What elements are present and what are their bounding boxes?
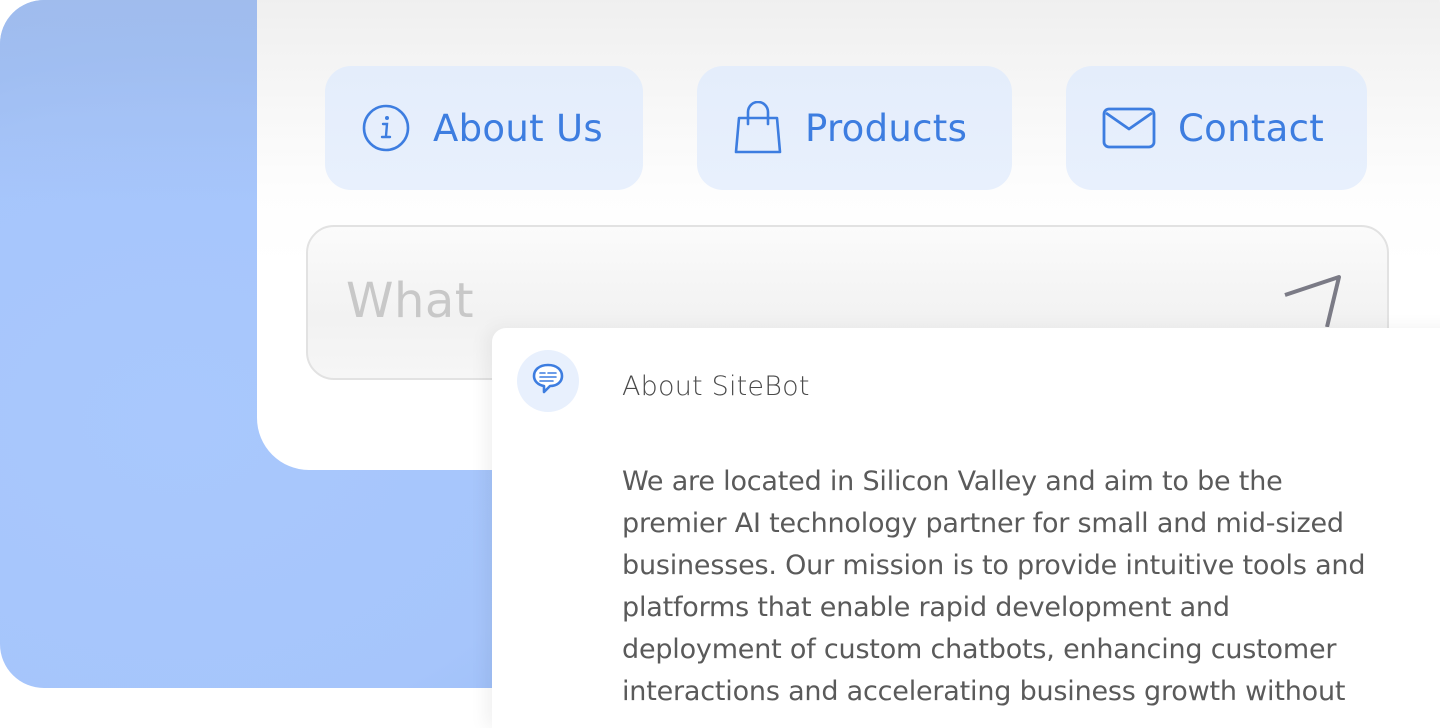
- shopping-bag-icon: [733, 101, 783, 155]
- response-card: About SiteBot We are located in Silicon …: [492, 328, 1440, 728]
- send-icon[interactable]: [1277, 267, 1347, 331]
- body-line: interactions and accelerating business g…: [622, 676, 1346, 707]
- bot-avatar: [517, 350, 579, 412]
- card-body: We are located in Silicon Valley and aim…: [622, 461, 1440, 713]
- about-us-button[interactable]: About Us: [325, 66, 643, 190]
- contact-button[interactable]: Contact: [1066, 66, 1367, 190]
- contact-label: Contact: [1178, 106, 1325, 150]
- mail-icon: [1102, 107, 1156, 149]
- about-us-label: About Us: [433, 106, 603, 150]
- chat-input-placeholder: What: [346, 273, 475, 329]
- body-line: premier AI technology partner for small …: [622, 508, 1344, 539]
- products-button[interactable]: Products: [697, 66, 1012, 190]
- body-line: deployment of custom chatbots, enhancing…: [622, 634, 1337, 665]
- body-line: businesses. Our mission is to provide in…: [622, 550, 1366, 581]
- body-line: platforms that enable rapid development …: [622, 592, 1230, 623]
- products-label: Products: [805, 106, 968, 150]
- chat-bubble-icon: [531, 362, 565, 400]
- info-circle-icon: [361, 103, 411, 153]
- card-title: About SiteBot: [622, 371, 810, 402]
- body-line: We are located in Silicon Valley and aim…: [622, 466, 1283, 497]
- background-gradient: [0, 0, 260, 200]
